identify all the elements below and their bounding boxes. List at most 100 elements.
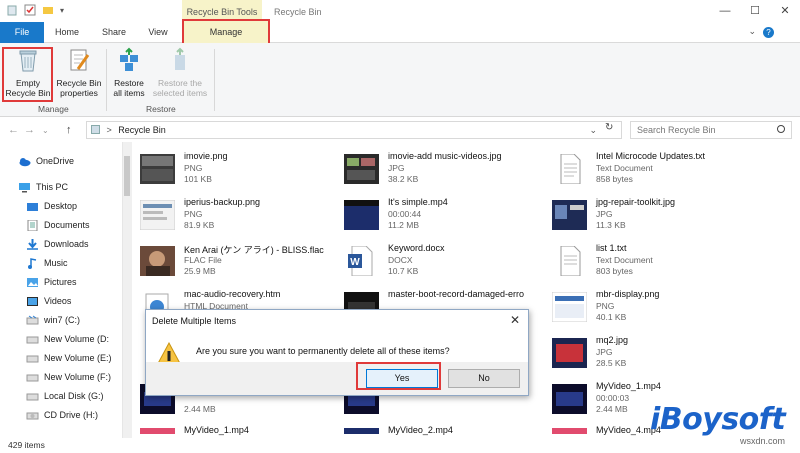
- ribbon: Empty Recycle Bin Recycle Bin properties…: [0, 43, 800, 117]
- highlight-box: [356, 362, 441, 390]
- nav-item-new-volume-f[interactable]: New Volume (F:): [26, 368, 111, 386]
- videos-icon: [27, 296, 38, 306]
- drive-icon: [26, 355, 39, 362]
- nav-item-local-disk-g[interactable]: Local Disk (G:): [26, 387, 104, 405]
- refresh-icon[interactable]: ↻: [605, 122, 613, 133]
- window-title: Recycle Bin: [274, 7, 322, 17]
- help-icon[interactable]: ?: [763, 27, 774, 38]
- nav-item-new-volume-d[interactable]: New Volume (D:: [26, 330, 109, 348]
- properties-label-2: properties: [60, 88, 98, 98]
- file-item[interactable]: W Keyword.docx DOCX 10.7 KB: [336, 240, 541, 284]
- file-item[interactable]: imovie-add music-videos.jpg JPG 38.2 KB: [336, 148, 541, 192]
- title-bar: ▾ Recycle Bin Tools Recycle Bin — ☐ ✕: [0, 0, 800, 22]
- ribbon-group-separator: [106, 49, 107, 111]
- ribbon-collapse-icon[interactable]: ⌄: [748, 26, 756, 37]
- file-item[interactable]: jpg-repair-toolkit.jpg JPG 11.3 KB: [544, 194, 749, 238]
- file-item[interactable]: Intel Microcode Updates.txt Text Documen…: [544, 148, 749, 192]
- recycle-bin-icon: [7, 5, 17, 16]
- nav-scrollbar-thumb[interactable]: [124, 156, 130, 196]
- minimize-button[interactable]: —: [710, 2, 740, 20]
- cloud-icon: [19, 157, 31, 166]
- tab-share[interactable]: Share: [92, 22, 136, 43]
- image-thumbnail-icon: [552, 338, 587, 368]
- iboysoft-logo: iBoysoft: [650, 402, 786, 437]
- video-thumbnail-icon: [344, 200, 379, 230]
- address-bar[interactable]: > Recycle Bin ⌄: [86, 121, 622, 139]
- file-item[interactable]: mq2.jpg JPG 28.5 KB: [544, 332, 749, 376]
- restore-selected-label-2: selected items: [152, 88, 208, 98]
- maximize-button[interactable]: ☐: [740, 2, 770, 20]
- search-icon: [777, 125, 785, 133]
- navigation-pane: OneDrive This PC Desktop Documents Downl…: [0, 142, 122, 438]
- file-item[interactable]: iperius-backup.png PNG 81.9 KB: [132, 194, 337, 238]
- nav-item-music[interactable]: Music: [26, 254, 68, 272]
- back-arrow-icon[interactable]: ←: [8, 124, 19, 136]
- tab-home[interactable]: Home: [46, 22, 88, 43]
- item-count: 429 items: [8, 440, 45, 450]
- video-thumbnail-icon: [140, 428, 175, 434]
- text-document-icon: [560, 154, 581, 184]
- recycle-bin-properties-button[interactable]: Recycle Bin properties: [54, 47, 104, 98]
- restore-all-items-button[interactable]: Restore all items: [110, 47, 148, 98]
- new-folder-icon[interactable]: [42, 4, 54, 16]
- properties-icon: [70, 49, 90, 71]
- file-item[interactable]: MyVideo_2.mp4: [336, 422, 541, 438]
- restore-all-label-1: Restore: [114, 78, 144, 88]
- qat-dropdown-icon[interactable]: ▾: [60, 6, 64, 15]
- nav-item-desktop[interactable]: Desktop: [26, 197, 77, 215]
- image-thumbnail-icon: [140, 154, 175, 184]
- properties-check-icon[interactable]: [24, 4, 36, 16]
- dialog-body: Are you sure you want to permanently del…: [146, 332, 528, 395]
- nav-item-win7-c[interactable]: win7 (C:): [26, 311, 80, 329]
- nav-item-videos[interactable]: Videos: [26, 292, 71, 310]
- group-label-restore: Restore: [146, 104, 176, 114]
- file-item[interactable]: MyVideo_1.mp4: [132, 422, 337, 438]
- search-placeholder: Search Recycle Bin: [637, 125, 716, 135]
- address-path[interactable]: Recycle Bin: [118, 125, 166, 135]
- download-icon: [27, 238, 38, 250]
- nav-item-this-pc[interactable]: This PC: [18, 178, 68, 196]
- drive-icon: [26, 374, 39, 381]
- site-watermark: wsxdn.com: [740, 436, 786, 446]
- nav-item-new-volume-e[interactable]: New Volume (E:): [26, 349, 112, 367]
- group-label-manage: Manage: [38, 104, 69, 114]
- nav-item-pictures[interactable]: Pictures: [26, 273, 77, 291]
- restore-selected-items-button[interactable]: Restore the selected items: [150, 47, 210, 98]
- properties-label-1: Recycle Bin: [56, 78, 102, 88]
- file-item[interactable]: list 1.txt Text Document 803 bytes: [544, 240, 749, 284]
- file-item[interactable]: It's simple.mp4 00:00:44 11.2 MB: [336, 194, 541, 238]
- forward-arrow-icon[interactable]: →: [24, 124, 35, 136]
- drive-icon: [26, 393, 39, 400]
- tab-view[interactable]: View: [138, 22, 178, 43]
- recent-locations-icon[interactable]: ⌄: [42, 126, 49, 135]
- image-thumbnail-icon: [552, 200, 587, 230]
- file-item[interactable]: imovie.png PNG 101 KB: [132, 148, 337, 192]
- path-separator: >: [106, 125, 112, 135]
- restore-selected-label-1: Restore the: [158, 78, 202, 88]
- word-document-icon: W: [348, 246, 373, 276]
- close-button[interactable]: ✕: [770, 2, 800, 20]
- nav-item-documents[interactable]: Documents: [26, 216, 90, 234]
- cd-drive-icon: [26, 412, 39, 419]
- computer-icon: [19, 182, 30, 192]
- image-thumbnail-icon: [344, 154, 379, 184]
- nav-item-onedrive[interactable]: OneDrive: [18, 152, 74, 170]
- image-thumbnail-icon: [552, 292, 587, 322]
- status-bar: 429 items: [0, 438, 800, 453]
- dialog-footer: Yes No: [146, 362, 528, 395]
- nav-item-cd-drive-h[interactable]: CD Drive (H:): [26, 406, 98, 424]
- file-item[interactable]: mbr-display.png PNG 40.1 KB: [544, 286, 749, 330]
- nav-item-downloads[interactable]: Downloads: [26, 235, 89, 253]
- tab-manage[interactable]: Manage: [182, 19, 270, 45]
- quick-access-toolbar: ▾: [6, 4, 64, 16]
- up-arrow-icon[interactable]: ↑: [66, 124, 72, 136]
- dialog-close-icon[interactable]: ✕: [510, 313, 520, 327]
- text-document-icon: [560, 246, 581, 276]
- search-input[interactable]: Search Recycle Bin: [630, 121, 792, 139]
- no-button[interactable]: No: [448, 369, 520, 388]
- drive-icon: [26, 336, 39, 343]
- address-dropdown-icon[interactable]: ⌄: [589, 122, 597, 138]
- address-row: ← → ⌄ ↑ > Recycle Bin ⌄ ↻ Search Recycle…: [0, 118, 800, 142]
- file-item[interactable]: Ken Arai (ケン アライ) - BLISS.flac FLAC File…: [132, 240, 337, 284]
- ribbon-tabs: File Home Share View Manage ⌄ ?: [0, 19, 800, 66]
